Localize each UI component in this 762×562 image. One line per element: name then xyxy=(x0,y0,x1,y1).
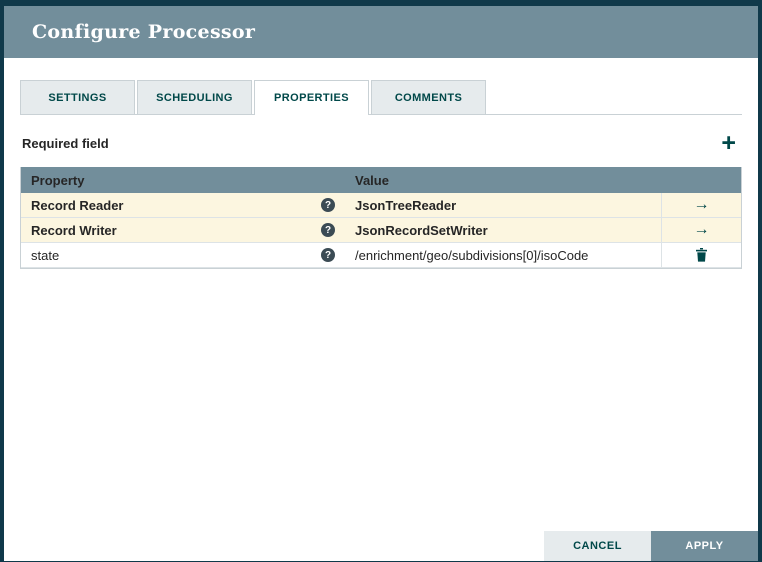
tab-bar: SETTINGS SCHEDULING PROPERTIES COMMENTS xyxy=(20,80,742,115)
dialog-footer: CANCEL APPLY xyxy=(544,531,758,561)
properties-table: Property Value Record Reader ? JsonTreeR… xyxy=(20,167,742,269)
property-value: JsonRecordSetWriter xyxy=(355,222,488,238)
dialog-body: SETTINGS SCHEDULING PROPERTIES COMMENTS … xyxy=(4,58,758,561)
property-value-cell[interactable]: JsonTreeReader xyxy=(345,193,661,217)
cancel-button[interactable]: CANCEL xyxy=(544,531,651,561)
table-header-row: Property Value xyxy=(21,167,741,193)
tab-scheduling[interactable]: SCHEDULING xyxy=(137,80,252,114)
tab-comments-label: COMMENTS xyxy=(394,91,463,104)
table-row: Record Reader ? JsonTreeReader → xyxy=(21,193,741,218)
plus-icon: + xyxy=(721,129,736,157)
tab-properties-label: PROPERTIES xyxy=(274,91,349,104)
column-header-actions xyxy=(661,167,741,193)
row-action-cell xyxy=(661,243,741,267)
dialog-title: Configure Processor xyxy=(32,21,256,43)
table-row: Record Writer ? JsonRecordSetWriter → xyxy=(21,218,741,243)
go-to-service-icon[interactable]: → xyxy=(694,222,710,238)
table-row: state ? /enrichment/geo/subdivisions[0]/… xyxy=(21,243,741,268)
question-glyph: ? xyxy=(324,199,332,211)
help-icon[interactable]: ? xyxy=(321,198,335,212)
table-subheader: Required field + xyxy=(22,131,740,156)
configure-processor-dialog: Configure Processor SETTINGS SCHEDULING … xyxy=(4,6,758,561)
tab-settings-label: SETTINGS xyxy=(48,91,107,104)
add-property-button[interactable]: + xyxy=(717,131,740,156)
tab-scheduling-label: SCHEDULING xyxy=(156,91,233,104)
property-value: /enrichment/geo/subdivisions[0]/isoCode xyxy=(355,247,589,263)
property-name: Record Writer xyxy=(31,222,117,238)
help-icon[interactable]: ? xyxy=(321,248,335,262)
column-header-value: Value xyxy=(355,172,389,188)
tab-properties[interactable]: PROPERTIES xyxy=(254,80,369,115)
required-field-label: Required field xyxy=(22,135,109,151)
property-name-cell: Record Reader ? xyxy=(21,193,345,217)
tab-comments[interactable]: COMMENTS xyxy=(371,80,486,114)
go-to-service-icon[interactable]: → xyxy=(694,197,710,213)
question-glyph: ? xyxy=(324,249,332,261)
property-value-cell[interactable]: /enrichment/geo/subdivisions[0]/isoCode xyxy=(345,243,661,267)
column-header-property: Property xyxy=(31,172,85,188)
property-name-cell: Record Writer ? xyxy=(21,218,345,242)
property-name: state xyxy=(31,247,60,263)
tab-settings[interactable]: SETTINGS xyxy=(20,80,135,114)
property-value: JsonTreeReader xyxy=(355,197,457,213)
help-icon[interactable]: ? xyxy=(321,223,335,237)
property-name: Record Reader xyxy=(31,197,124,213)
apply-button-label: APPLY xyxy=(685,540,724,552)
row-action-cell: → xyxy=(661,218,741,242)
arrow-glyph: → xyxy=(693,221,710,238)
arrow-glyph: → xyxy=(693,196,710,213)
table-body: Record Reader ? JsonTreeReader → Record … xyxy=(21,193,741,268)
apply-button[interactable]: APPLY xyxy=(651,531,758,561)
dialog-header: Configure Processor xyxy=(4,6,758,58)
cancel-button-label: CANCEL xyxy=(573,540,622,552)
property-name-cell: state ? xyxy=(21,243,345,267)
row-action-cell: → xyxy=(661,193,741,217)
property-value-cell[interactable]: JsonRecordSetWriter xyxy=(345,218,661,242)
question-glyph: ? xyxy=(324,224,332,236)
delete-property-button[interactable] xyxy=(695,248,708,262)
trash-icon xyxy=(696,248,707,262)
